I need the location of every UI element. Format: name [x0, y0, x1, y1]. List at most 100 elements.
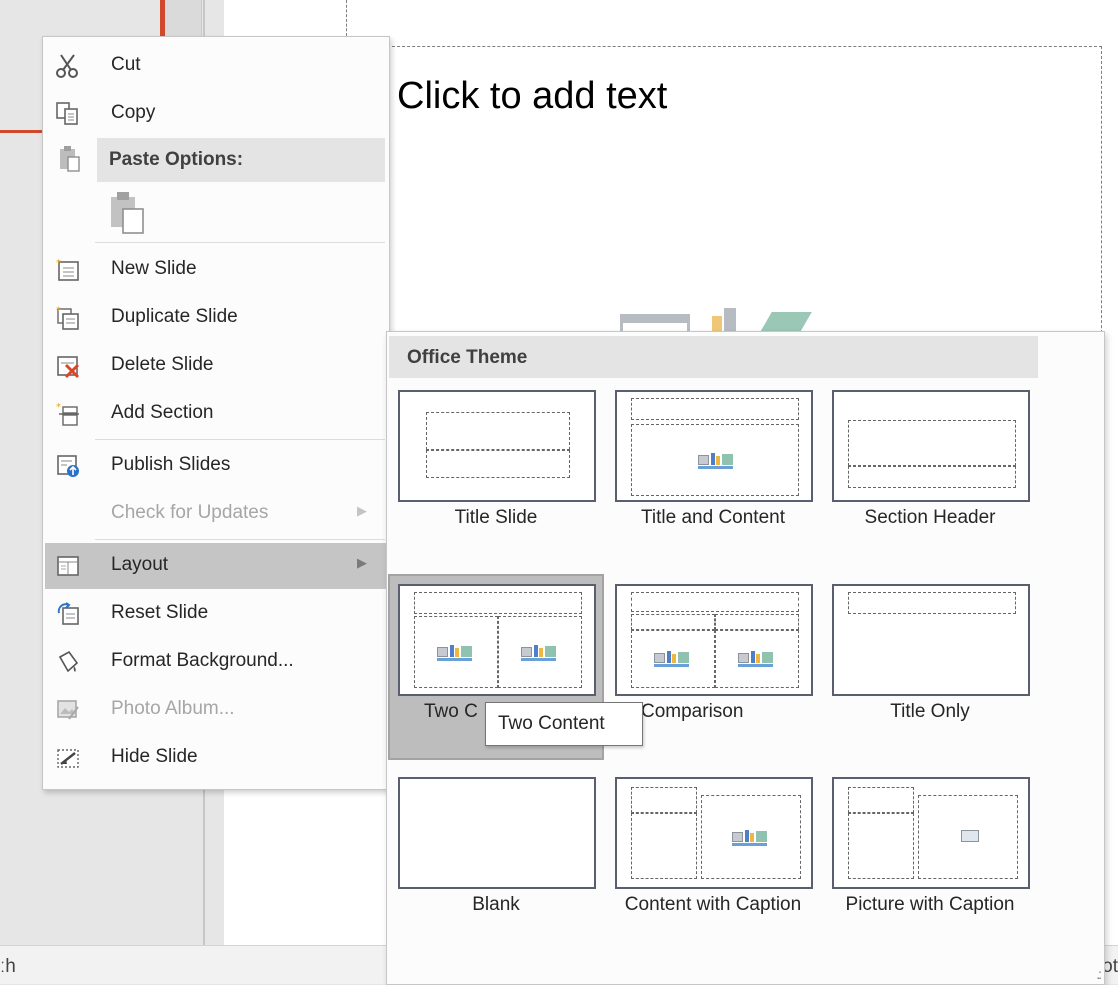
photo-album-icon	[55, 697, 81, 723]
menu-item-delete-slide[interactable]: Delete Slide	[45, 343, 387, 389]
title-box	[631, 592, 799, 612]
placeholder-text[interactable]: Click to add text	[397, 75, 667, 118]
publish-slides-icon	[55, 453, 81, 479]
title-placeholder-edge	[346, 0, 347, 36]
layout-blank[interactable]: Blank	[388, 767, 604, 953]
resize-grip-icon[interactable]: .:	[1096, 966, 1102, 982]
picture-box	[918, 795, 1018, 879]
content-box	[701, 795, 801, 879]
layout-title-slide[interactable]: Title Slide	[388, 380, 604, 566]
gallery-header-label: Office Theme	[407, 347, 528, 368]
submenu-arrow-icon: ▶	[357, 503, 367, 518]
caption-box	[848, 813, 914, 879]
layout-title-and-content[interactable]: Title and Content	[605, 380, 821, 566]
layout-title-only[interactable]: Title Only	[822, 574, 1038, 760]
content-box	[631, 424, 799, 496]
menu-item-publish-slides[interactable]: Publish Slides	[45, 443, 387, 489]
menu-item-check-for-updates[interactable]: Check for Updates ▶	[45, 491, 387, 537]
layout-thumbnail	[615, 777, 813, 889]
paste-options-icon	[57, 145, 83, 173]
content-icons	[732, 828, 768, 846]
title-box	[848, 787, 914, 813]
context-menu: Cut Copy Paste Options: * New Slide * Du…	[42, 36, 390, 790]
menu-label: Check for Updates	[111, 502, 269, 523]
menu-item-add-section[interactable]: * Add Section	[45, 391, 387, 437]
menu-label: Add Section	[111, 402, 214, 423]
title-box	[631, 787, 697, 813]
content-icons	[437, 643, 473, 661]
submenu-arrow-icon: ▶	[357, 555, 367, 570]
layout-thumbnail	[832, 584, 1030, 696]
menu-label: Delete Slide	[111, 354, 214, 375]
menu-item-cut[interactable]: Cut	[45, 43, 387, 89]
left-heading-box	[631, 614, 715, 630]
content-icons	[698, 451, 734, 469]
layout-section-header[interactable]: Section Header	[822, 380, 1038, 566]
menu-label: Publish Slides	[111, 454, 231, 475]
add-section-icon: *	[55, 401, 81, 427]
title-box	[414, 592, 582, 614]
content-icons	[738, 649, 774, 667]
menu-separator	[95, 242, 385, 243]
layout-picture-with-caption[interactable]: Picture with Caption	[822, 767, 1038, 953]
title-box	[848, 592, 1016, 614]
tooltip: Two Content	[485, 702, 643, 746]
layout-gallery: Office Theme Title Slide Title and Conte…	[386, 331, 1105, 985]
format-background-icon	[55, 649, 81, 675]
layout-thumbnail	[615, 584, 813, 696]
paste-keep-formatting-button[interactable]	[105, 189, 149, 235]
menu-item-duplicate-slide[interactable]: * Duplicate Slide	[45, 295, 387, 341]
svg-text:*: *	[56, 258, 61, 269]
scissors-icon	[55, 53, 81, 79]
menu-label: Photo Album...	[111, 698, 235, 719]
layout-content-with-caption[interactable]: Content with Caption	[605, 767, 821, 953]
status-language[interactable]: ːh	[0, 956, 16, 978]
layout-label: Title and Content	[641, 507, 785, 528]
menu-item-layout[interactable]: Layout ▶	[45, 543, 387, 589]
menu-item-reset-slide[interactable]: Reset Slide	[45, 591, 387, 637]
menu-item-format-background[interactable]: Format Background...	[45, 639, 387, 685]
right-content-box	[498, 616, 582, 688]
title-box	[848, 420, 1016, 466]
svg-text:*: *	[56, 402, 61, 413]
menu-label: Duplicate Slide	[111, 306, 238, 327]
reset-slide-icon	[55, 601, 81, 627]
layout-thumbnail	[832, 390, 1030, 502]
subtitle-box	[426, 450, 570, 478]
title-box	[426, 412, 570, 450]
layout-label: Section Header	[864, 507, 996, 528]
new-slide-icon: *	[55, 257, 81, 283]
svg-text:*: *	[56, 306, 61, 316]
menu-label: New Slide	[111, 258, 197, 279]
menu-label: Copy	[111, 102, 156, 123]
title-box	[631, 398, 799, 420]
layout-label: Content with Caption	[624, 894, 802, 915]
layout-thumbnail	[398, 584, 596, 696]
delete-slide-icon	[55, 353, 81, 379]
layout-thumbnail	[615, 390, 813, 502]
layout-thumbnail	[832, 777, 1030, 889]
menu-label: Layout	[111, 554, 169, 575]
paste-options-label: Paste Options:	[109, 149, 244, 170]
picture-icon	[961, 830, 979, 842]
menu-label: Cut	[111, 54, 141, 75]
menu-item-hide-slide[interactable]: Hide Slide	[45, 735, 387, 781]
hide-slide-icon	[55, 745, 81, 771]
slide-thumbnail[interactable]	[165, 0, 202, 36]
menu-item-photo-album[interactable]: Photo Album...	[45, 687, 387, 733]
layout-thumbnail	[398, 390, 596, 502]
layout-label: Picture with Caption	[845, 894, 1015, 915]
paste-options-header: Paste Options:	[97, 138, 385, 182]
caption-box	[631, 813, 697, 879]
insert-smartart-icon[interactable]	[760, 312, 812, 332]
selected-slide-indicator	[0, 130, 44, 133]
menu-label: Reset Slide	[111, 602, 209, 623]
menu-separator	[95, 539, 385, 540]
layout-thumbnail	[398, 777, 596, 889]
layout-icon	[55, 553, 81, 579]
gallery-header: Office Theme	[389, 336, 1038, 378]
menu-label: Hide Slide	[111, 746, 198, 767]
menu-item-copy[interactable]: Copy	[45, 91, 387, 137]
menu-item-new-slide[interactable]: * New Slide	[45, 247, 387, 293]
content-icons	[654, 649, 690, 667]
